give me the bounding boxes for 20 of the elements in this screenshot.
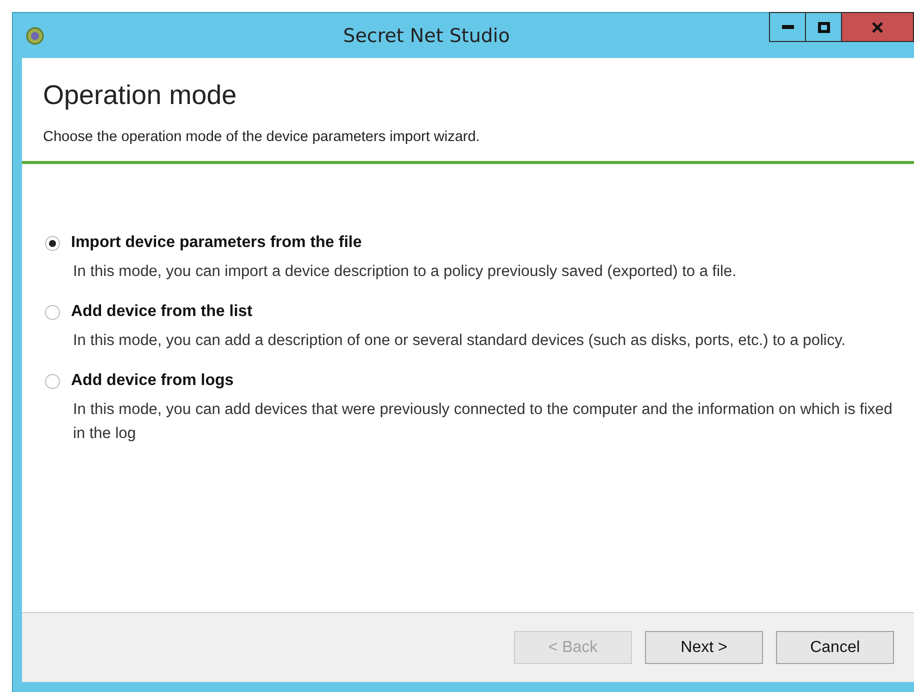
option-description: In this mode, you can add devices that were previously connected to the computer and the information on which is fixed in the log [72,400,893,444]
option-label[interactable]: Add device from logs [71,372,234,390]
page-title: Operation mode [43,80,238,111]
app-logo-icon [26,26,44,44]
close-icon [872,22,883,32]
minimize-button[interactable] [769,12,806,42]
option-description: In this mode, you can import a device description to a policy previously saved (exported) to a file. [72,262,738,282]
option-label[interactable]: Import device parameters from the file [71,234,362,252]
wizard-button[interactable]: Next > [645,631,763,664]
radio-button[interactable] [45,304,60,320]
radio-button[interactable] [45,374,60,388]
minimize-icon [782,25,794,29]
option-label[interactable]: Add device from the list [71,303,252,321]
option-description: In this mode, you can add a description of one or several standard devices (such as disks, ports, etc.) to a policy. [72,331,847,351]
close-button[interactable] [842,12,914,42]
window-title: Secret Net Studio [342,24,511,46]
maximize-icon [818,22,830,32]
wizard-button[interactable]: Cancel [776,631,894,664]
radio-button[interactable] [45,236,60,250]
page-subtitle: Choose the operation mode of the device parameters import wizard. [43,129,481,145]
